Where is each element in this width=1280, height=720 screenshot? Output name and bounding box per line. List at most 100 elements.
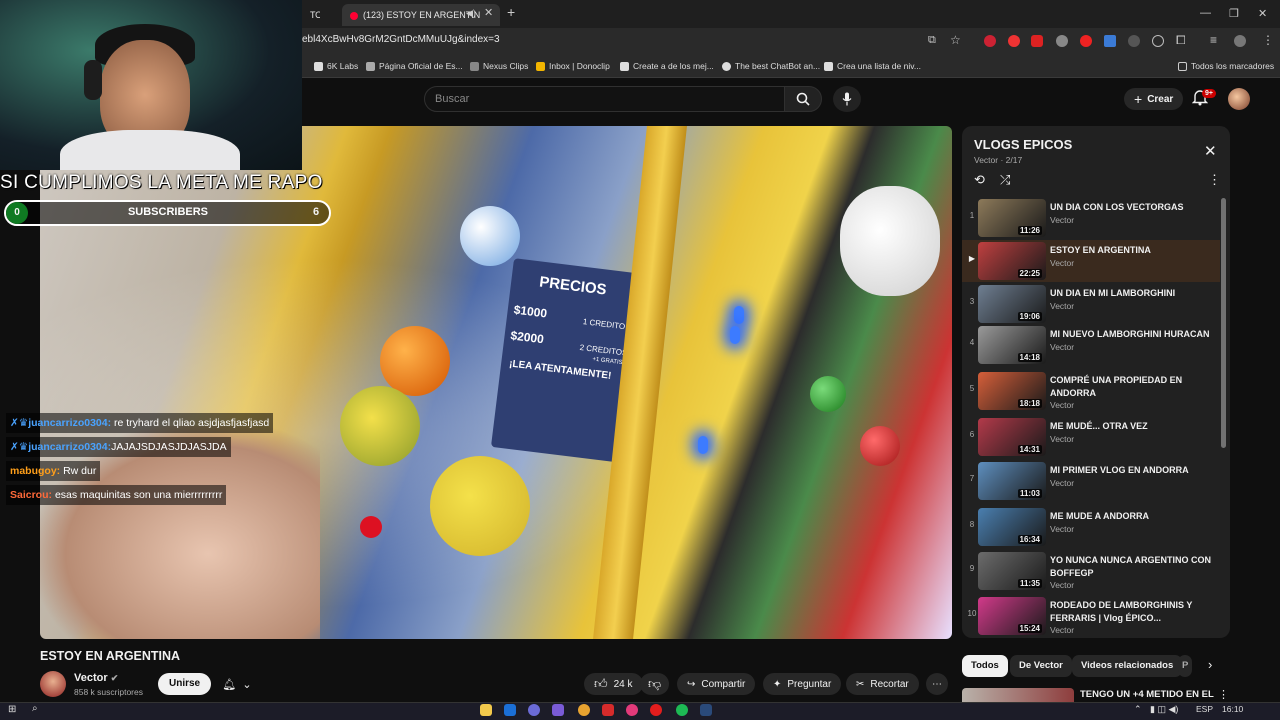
clip-button[interactable]: ✂ Recortar (846, 673, 919, 695)
chrome-icon[interactable] (578, 704, 590, 716)
window-close-icon[interactable]: ✕ (1258, 7, 1267, 20)
playlist-title[interactable]: VLOGS EPICOS (974, 137, 1072, 152)
related-video-thumbnail[interactable] (962, 688, 1074, 702)
extension-icon[interactable] (1104, 35, 1116, 47)
loop-icon[interactable]: ⟲ (974, 172, 985, 188)
extension-icon[interactable] (984, 35, 996, 47)
file-explorer-icon[interactable] (480, 704, 492, 716)
windows-start-icon[interactable]: ⊞ (8, 704, 16, 715)
playlist-item[interactable]: 9 11:35 YO NUNCA NUNCA ARGENTINO CON BOFFE… (962, 550, 1220, 592)
more-actions-button[interactable]: ⋯ (926, 673, 948, 695)
chip-from-channel[interactable]: De Vector (1010, 655, 1072, 677)
playlist-close-icon[interactable]: ✕ (1204, 142, 1217, 160)
playlist-item-thumbnail[interactable]: 22:25 (978, 242, 1046, 280)
create-button[interactable]: + Crear (1124, 88, 1184, 110)
extension-icon[interactable] (1056, 35, 1068, 47)
taskbar-app-icon[interactable] (602, 704, 614, 716)
playlist-scrollbar[interactable] (1221, 198, 1226, 448)
playlist-item-thumbnail[interactable]: 11:35 (978, 552, 1046, 590)
like-button[interactable]: 👍︎ 24 k (584, 673, 643, 695)
join-button[interactable]: Unirse (158, 673, 212, 695)
bookmark-item[interactable]: Página Oficial de Es... (366, 61, 463, 71)
extension-icon[interactable] (1008, 35, 1020, 47)
chip-related[interactable]: Videos relacionados (1072, 655, 1183, 677)
playlist-item[interactable]: ▶ 22:25 ESTOY EN ARGENTINA Vector (962, 240, 1220, 282)
playlist-item-title[interactable]: ME MUDÉ... OTRA VEZ (1050, 420, 1215, 433)
chevron-right-icon[interactable]: › (1208, 657, 1212, 672)
voice-search-button[interactable] (833, 86, 861, 112)
playlist-item-title[interactable]: YO NUNCA NUNCA ARGENTINO CON BOFFEGP (1050, 554, 1215, 580)
tab-close-icon[interactable]: ✕ (484, 6, 493, 19)
playlist-item-thumbnail[interactable]: 15:24 (978, 597, 1046, 635)
playlist-item-thumbnail[interactable]: 14:18 (978, 326, 1046, 364)
spotify-icon[interactable] (676, 704, 688, 716)
subscription-bell-button[interactable]: 🔔︎ ⌄ (214, 673, 260, 695)
url-field[interactable]: ebl4XcBwHv8GrM2GntDcMMuUJg&index=3 (302, 34, 500, 45)
extension-icon[interactable] (1031, 35, 1043, 47)
playlist-item-thumbnail[interactable]: 16:34 (978, 508, 1046, 546)
minimize-icon[interactable]: — (1200, 7, 1211, 19)
playlist-item[interactable]: 3 19:06 UN DIA EN MI LAMBORGHINI Vector (962, 283, 1220, 325)
bookmark-item[interactable]: The best ChatBot an... (722, 61, 820, 71)
language-indicator[interactable]: ESP (1196, 704, 1213, 714)
tab-active[interactable]: (123) ESTOY EN ARGENTIN (342, 4, 500, 26)
search-input[interactable]: Buscar (424, 86, 792, 112)
playlist-item-title[interactable]: UN DIA CON LOS VECTORGAS (1050, 201, 1215, 214)
profile-icon[interactable] (1234, 35, 1246, 47)
related-video-title[interactable]: TENGO UN +4 METIDO EN EL (1080, 689, 1214, 700)
taskbar-app-icon[interactable] (528, 704, 540, 716)
steam-icon[interactable] (700, 704, 712, 716)
playlist-item-title[interactable]: ESTOY EN ARGENTINA (1050, 244, 1215, 257)
playlist-item-title[interactable]: RODEADO DE LAMBORGHINIS Y FERRARIS | Vlo… (1050, 599, 1215, 625)
bookmark-item[interactable]: Crea una lista de niv... (824, 61, 921, 71)
clock[interactable]: 16:10 (1222, 704, 1243, 714)
playlist-item-title[interactable]: UN DIA EN MI LAMBORGHINI (1050, 287, 1215, 300)
search-button[interactable] (784, 86, 822, 112)
playlist-item-thumbnail[interactable]: 11:26 (978, 199, 1046, 237)
tab-audio-icon[interactable]: ◀) (466, 8, 476, 19)
extension-icon[interactable] (1128, 35, 1140, 47)
playlist-item-title[interactable]: ME MUDE A ANDORRA (1050, 510, 1215, 523)
new-tab-icon[interactable]: + (507, 4, 515, 20)
playlist-item[interactable]: 7 11:03 MI PRIMER VLOG EN ANDORRA Vector (962, 460, 1220, 502)
playlist-item[interactable]: 6 14:31 ME MUDÉ... OTRA VEZ Vector (962, 416, 1220, 458)
related-menu-icon[interactable]: ⋮ (1218, 688, 1229, 701)
install-app-icon[interactable]: ⧉ (928, 34, 936, 47)
taskbar-app-icon[interactable] (552, 704, 564, 716)
bookmark-item[interactable]: Inbox | Donoclip (536, 61, 610, 71)
chip-more[interactable]: P (1178, 655, 1192, 677)
extension-icon[interactable] (1152, 35, 1164, 47)
ask-button[interactable]: ✦ Preguntar (763, 673, 842, 695)
tray-chevron-icon[interactable]: ⌃ (1134, 704, 1142, 715)
tray-icons[interactable]: ▮ ◫ ◀) (1150, 704, 1178, 715)
bookmark-item[interactable]: Nexus Clips (470, 61, 528, 71)
playlist-item-thumbnail[interactable]: 18:18 (978, 372, 1046, 410)
playlist-item[interactable]: 8 16:34 ME MUDE A ANDORRA Vector (962, 506, 1220, 548)
playlist-item-thumbnail[interactable]: 19:06 (978, 285, 1046, 323)
playlist-item-thumbnail[interactable]: 14:31 (978, 418, 1046, 456)
puzzle-icon[interactable]: ⧠ (1176, 33, 1186, 48)
shuffle-icon[interactable]: ⤮ (1000, 172, 1010, 188)
menu-dots-icon[interactable]: ⋮ (1262, 33, 1274, 47)
channel-avatar[interactable] (40, 671, 66, 697)
account-avatar[interactable] (1228, 88, 1250, 110)
dislike-button[interactable]: 👎︎ (640, 673, 670, 695)
media-control-icon[interactable]: ≡ (1210, 33, 1217, 47)
playlist-item-title[interactable]: MI PRIMER VLOG EN ANDORRA (1050, 464, 1215, 477)
extension-icon[interactable] (1080, 35, 1092, 47)
all-bookmarks[interactable]: Todos los marcadores (1178, 61, 1274, 71)
playlist-item[interactable]: 5 18:18 COMPRÉ UNA PROPIEDAD EN ANDORRA Vec… (962, 370, 1220, 412)
tab-previous[interactable]: ТО (302, 4, 320, 26)
playlist-item[interactable]: 4 14:18 MI NUEVO LAMBORGHINI HURACAN Vector (962, 324, 1220, 366)
playlist-item[interactable]: 10 15:24 RODEADO DE LAMBORGHINIS Y FERRARI… (962, 595, 1220, 637)
taskbar-search-icon[interactable]: ⌕ (32, 703, 38, 714)
taskbar-app-icon[interactable] (626, 704, 638, 716)
taskbar-app-icon[interactable] (650, 704, 662, 716)
playlist-menu-icon[interactable]: ⋮ (1208, 172, 1221, 188)
maximize-icon[interactable]: ❐ (1229, 7, 1239, 20)
channel-name[interactable]: Vector ✔ (74, 672, 118, 684)
playlist-item[interactable]: 1 11:26 UN DIA CON LOS VECTORGAS Vector (962, 197, 1220, 239)
bookmark-star-icon[interactable]: ☆ (950, 33, 961, 47)
playlist-item-title[interactable]: MI NUEVO LAMBORGHINI HURACAN (1050, 328, 1215, 341)
playlist-item-title[interactable]: COMPRÉ UNA PROPIEDAD EN ANDORRA (1050, 374, 1215, 400)
